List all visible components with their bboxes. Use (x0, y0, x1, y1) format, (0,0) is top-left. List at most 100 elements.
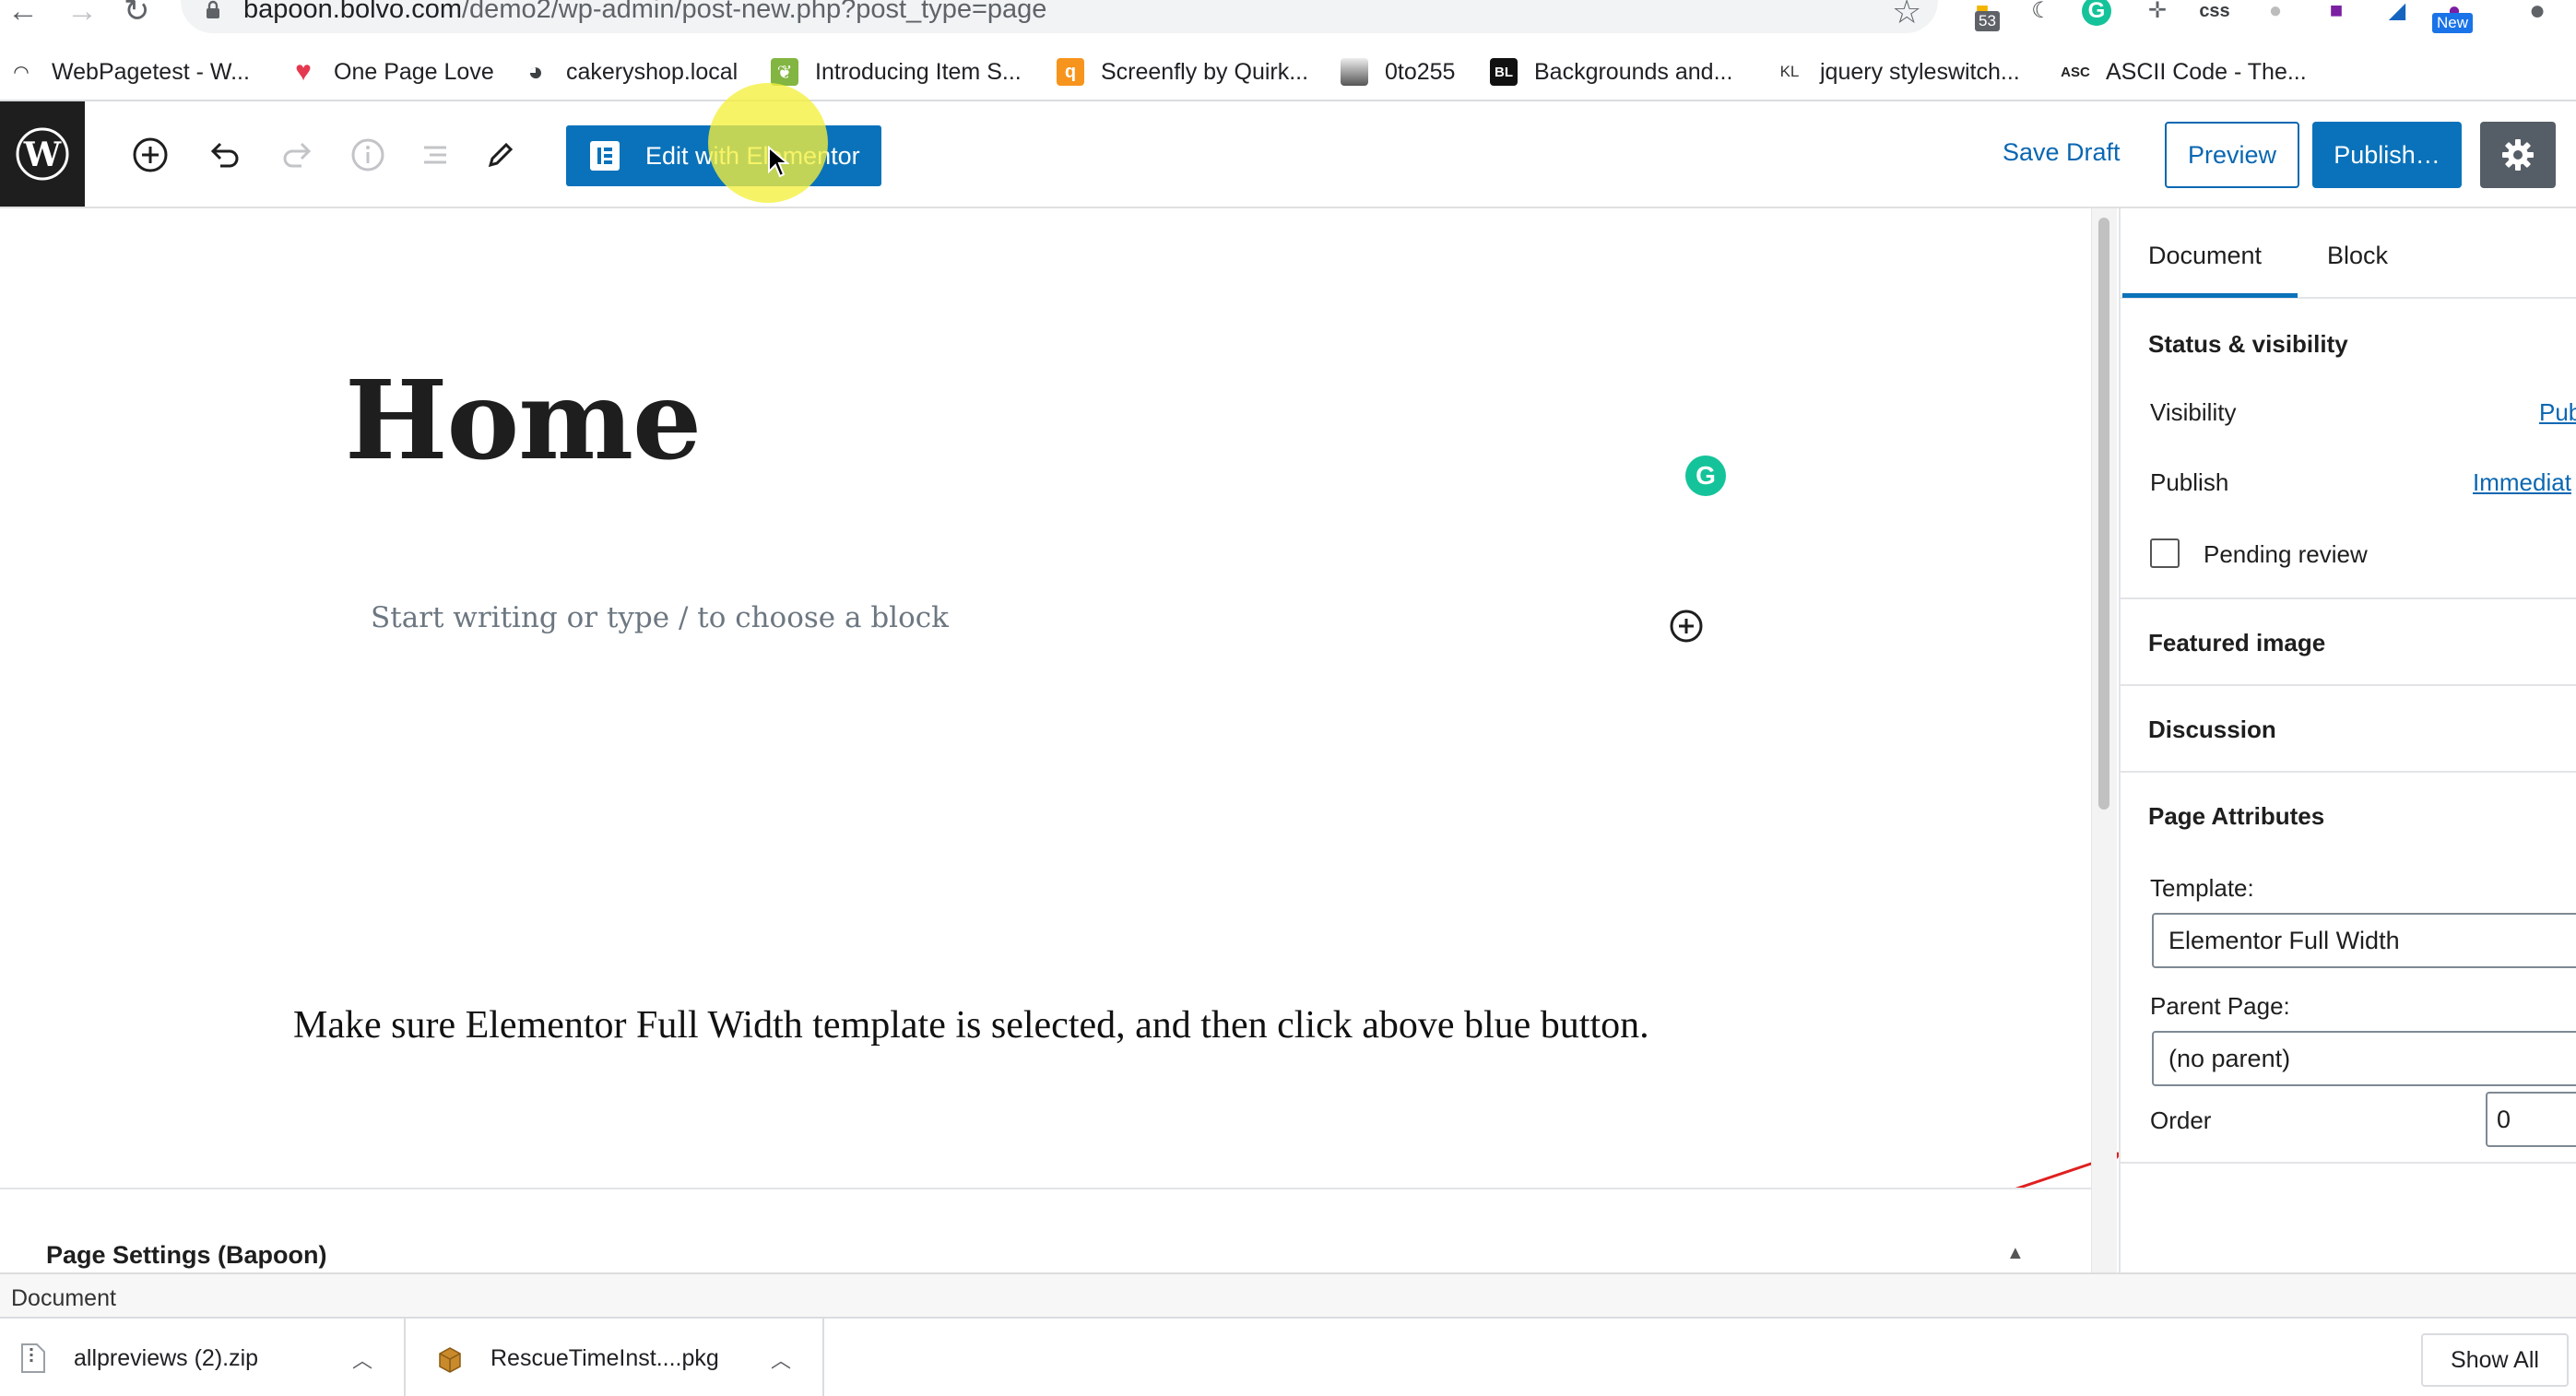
pkg-file-icon (439, 1347, 461, 1373)
order-label: Order (2150, 1106, 2212, 1134)
tools-button[interactable] (479, 133, 523, 177)
bl-icon: BL (1490, 58, 1518, 86)
page-attributes-heading[interactable]: Page Attributes (2148, 802, 2324, 831)
redo-icon (283, 142, 312, 168)
sidebar-tabs: Document Block (2121, 208, 2576, 299)
bookmark-label: 0to255 (1385, 58, 1456, 85)
edit-with-elementor-button[interactable]: Edit with Elementor (566, 125, 881, 186)
chevron-up-icon[interactable]: ︿ (771, 1344, 791, 1374)
settings-button[interactable] (2480, 122, 2556, 188)
publish-date-toggle[interactable]: Immediat (2473, 468, 2571, 497)
redo-button[interactable] (276, 133, 320, 177)
pending-review-label[interactable]: Pending review (2204, 540, 2368, 569)
bookmarks-bar: ◠ WebPagetest - W... ♥ One Page Love ◕ c… (0, 41, 2576, 101)
bookmark-label: Backgrounds and... (1534, 58, 1733, 85)
profile-avatar-icon[interactable]: ● (2521, 0, 2554, 28)
bookmark-label: One Page Love (334, 58, 494, 85)
chevron-up-icon[interactable]: ︿ (352, 1344, 372, 1374)
bookmark-star-icon[interactable]: ☆ (1892, 0, 1921, 31)
asc-icon: ASC (2061, 64, 2090, 80)
parent-page-select-value: (no parent) (2168, 1044, 2291, 1072)
save-draft-button[interactable]: Save Draft (2003, 138, 2121, 167)
annotation-text: Make sure Elementor Full Width template … (293, 1004, 1649, 1047)
breadcrumb-document[interactable]: Document (11, 1285, 116, 1312)
order-input[interactable]: 0 (2486, 1092, 2576, 1147)
template-select[interactable]: Elementor Full Width (2152, 913, 2576, 968)
parent-page-select[interactable]: (no parent) (2152, 1031, 2576, 1086)
discussion-heading[interactable]: Discussion (2148, 716, 2276, 744)
template-label: Template: (2150, 874, 2254, 902)
leaf-icon: ❦ (771, 58, 798, 86)
featured-image-panel: Featured image (2121, 599, 2576, 686)
bookmark-item[interactable]: KL jquery styleswitch... (1776, 53, 2020, 90)
gradient-icon (1341, 58, 1368, 86)
browser-toolbar: ← → ↻ bapoon.bolvo.com/demo2/wp-admin/po… (0, 0, 2576, 41)
lock-icon (207, 0, 219, 18)
editor-header: W Edit with Elementor Save Draft Preview… (0, 101, 2576, 208)
editor-scrollbar-thumb[interactable] (2098, 218, 2109, 810)
caret-up-icon[interactable]: ▲ (2006, 1243, 2025, 1264)
page-attributes-panel: Page Attributes Template: Elementor Full… (2121, 773, 2576, 1164)
bookmark-label: ASCII Code - The... (2106, 58, 2307, 85)
pencil-icon (488, 142, 514, 168)
download-item[interactable]: RescueTimeInst....pkg ︿ (406, 1319, 824, 1396)
publish-label: Publish (2150, 468, 2229, 496)
grammarly-extension-icon[interactable]: G (2082, 0, 2111, 26)
downloads-bar: allpreviews (2).zip ︿ RescueTimeInst....… (0, 1317, 2576, 1396)
discussion-panel: Discussion (2121, 686, 2576, 773)
bookmark-item[interactable]: BL Backgrounds and... (1490, 53, 1732, 90)
featured-image-heading[interactable]: Featured image (2148, 629, 2325, 657)
heart-icon: ♥ (295, 56, 312, 87)
bookmark-label: WebPagetest - W... (52, 58, 250, 85)
bookmark-item[interactable]: ❦ Introducing Item S... (771, 53, 1022, 90)
bookmark-item[interactable]: 0to255 (1341, 53, 1455, 90)
pending-review-checkbox[interactable] (2150, 538, 2180, 568)
webpagetest-icon: ◠ (13, 62, 30, 83)
metabox-title[interactable]: Page Settings (Bapoon) (46, 1241, 327, 1270)
wing-extension-icon[interactable]: ◢ (2381, 0, 2414, 28)
download-item[interactable]: allpreviews (2).zip ︿ (0, 1319, 406, 1396)
bookmark-item[interactable]: ◕ cakeryshop.local (522, 53, 739, 90)
extension-badge-count: 53 (1975, 11, 2000, 31)
block-placeholder[interactable]: Start writing or type / to choose a bloc… (371, 601, 949, 634)
bookmark-label: Introducing Item S... (815, 58, 1022, 85)
k-extension-icon[interactable]: ● (2259, 0, 2292, 28)
moon-extension-icon[interactable]: ☾ (2025, 0, 2058, 28)
crosshair-extension-icon[interactable]: ✛ (2141, 0, 2174, 28)
preview-button[interactable]: Preview (2165, 122, 2299, 188)
tab-block[interactable]: Block (2327, 242, 2388, 270)
wordpress-logo[interactable]: W (0, 101, 85, 207)
globe-icon: ◕ (527, 57, 544, 86)
post-title[interactable]: Home (345, 356, 702, 484)
content-info-button[interactable] (346, 133, 390, 177)
bookmark-label: jquery styleswitch... (1820, 58, 2020, 85)
order-input-value: 0 (2497, 1105, 2511, 1133)
undo-icon (210, 142, 239, 168)
gear-icon (2502, 139, 2534, 171)
visibility-toggle[interactable]: Pub (2539, 398, 2576, 427)
bookmark-item[interactable]: ASC ASCII Code - The... (2061, 53, 2307, 90)
inline-add-block-icon[interactable] (1669, 609, 1704, 644)
css-extension-icon[interactable]: css (2198, 0, 2231, 28)
add-block-button[interactable] (128, 133, 172, 177)
status-visibility-panel: Status & visibility Visibility Pub Publi… (2121, 299, 2576, 599)
bookmark-item[interactable]: ♥ One Page Love (290, 53, 494, 90)
block-navigation-button[interactable] (413, 133, 457, 177)
reload-icon[interactable]: ↻ (124, 0, 150, 28)
download-filename: allpreviews (2).zip (74, 1344, 259, 1371)
bookmark-item[interactable]: ◠ WebPagetest - W... (7, 53, 250, 90)
plus-circle-icon (133, 137, 168, 172)
publish-button[interactable]: Publish… (2312, 122, 2462, 188)
status-visibility-heading[interactable]: Status & visibility (2148, 330, 2348, 359)
tab-document[interactable]: Document (2148, 242, 2262, 270)
show-all-downloads-button[interactable]: Show All (2421, 1333, 2569, 1387)
forward-arrow-icon[interactable]: → (66, 0, 98, 28)
bookmark-item[interactable]: q Screenfly by Quirk... (1057, 53, 1308, 90)
extension-new-badge: New (2432, 13, 2474, 33)
square-extension-icon[interactable]: ■ (2320, 0, 2353, 28)
undo-button[interactable] (202, 133, 246, 177)
block-breadcrumb-bar: Document (0, 1272, 2576, 1317)
url-text[interactable]: bapoon.bolvo.com/demo2/wp-admin/post-new… (243, 0, 1046, 25)
grammarly-icon[interactable]: G (1685, 455, 1726, 496)
back-arrow-icon[interactable]: ← (7, 0, 39, 28)
